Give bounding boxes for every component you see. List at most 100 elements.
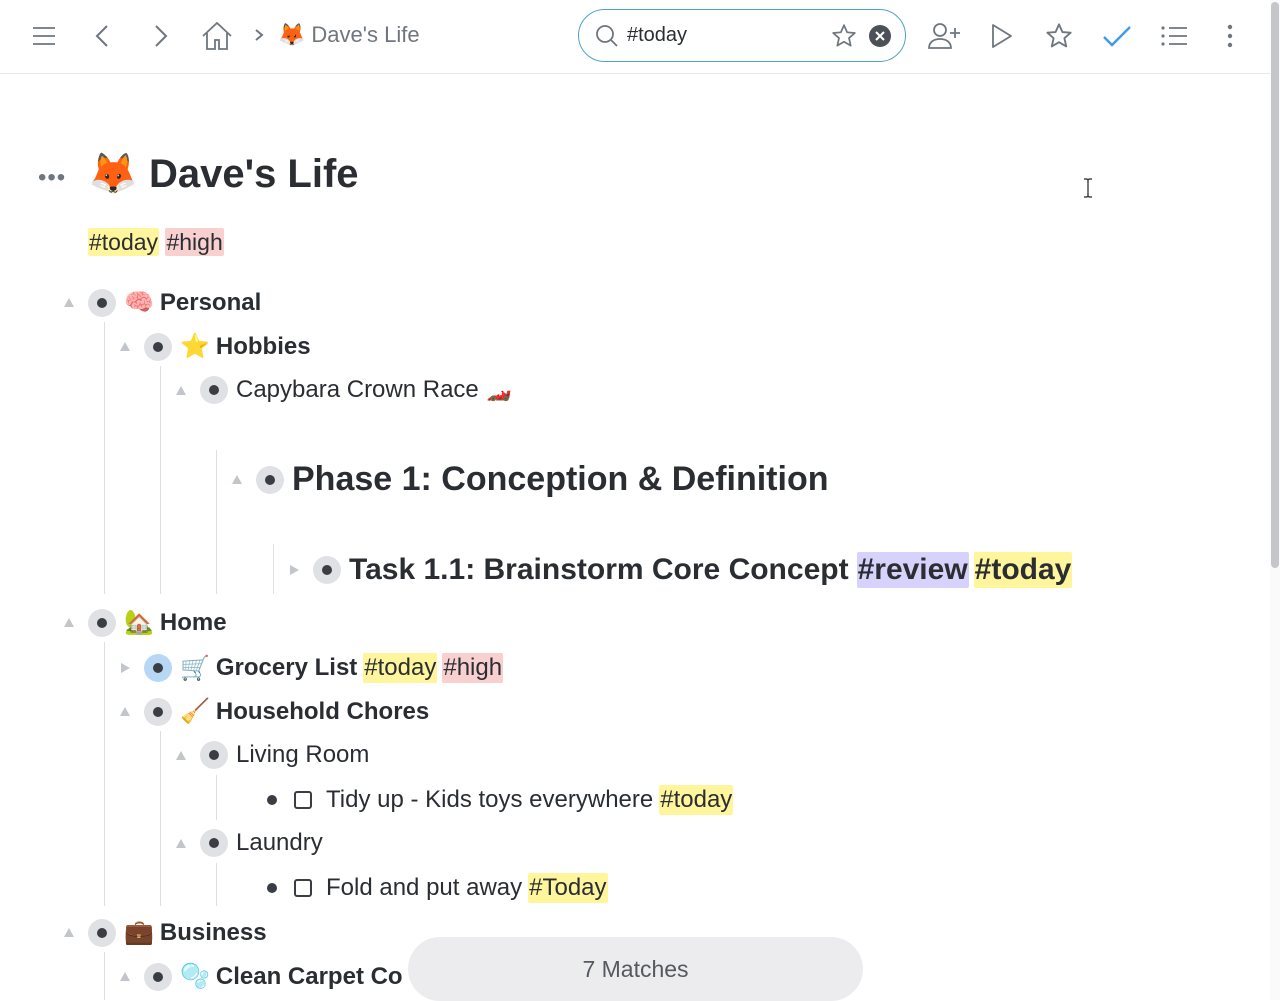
toolbar: 🦊 Dave's Life: [0, 0, 1270, 74]
tag-today[interactable]: #today: [659, 785, 734, 815]
title-emoji: 🦊: [88, 152, 138, 196]
list-item: Task 1.1: Brainstorm Core Concept #revie…: [289, 552, 1073, 588]
tag-today[interactable]: #today: [88, 228, 160, 256]
todo-item: Fold and put away #Today: [258, 873, 608, 903]
bullet[interactable]: [144, 332, 172, 361]
guide-line: [104, 322, 105, 594]
bullet-collapsed[interactable]: [144, 654, 172, 682]
todo-checkbox[interactable]: [294, 791, 312, 809]
item-label[interactable]: Clean Carpet Co: [216, 963, 403, 991]
collapse-triangle-icon[interactable]: [176, 750, 186, 760]
collapse-triangle-icon[interactable]: [64, 618, 74, 628]
save-search-star-icon[interactable]: [831, 23, 857, 54]
back-arrow-icon[interactable]: [84, 18, 120, 54]
item-label[interactable]: Phase 1: Conception & Definition: [292, 460, 828, 499]
guide-line: [273, 544, 274, 594]
tag-today[interactable]: #today: [973, 552, 1073, 588]
list-item: Laundry: [176, 829, 323, 857]
bullet[interactable]: [200, 376, 228, 404]
bullet[interactable]: [88, 288, 116, 317]
document-more-menu-icon[interactable]: •••: [38, 166, 66, 190]
item-label[interactable]: Laundry: [236, 829, 323, 857]
bullet[interactable]: [200, 829, 228, 857]
expand-triangle-icon[interactable]: [289, 565, 299, 575]
item-label[interactable]: Living Room: [236, 741, 369, 769]
search-matches-count: 7 Matches: [408, 937, 863, 1001]
item-label[interactable]: Tidy up - Kids toys everywhere: [326, 786, 653, 814]
tag-today[interactable]: #today: [363, 653, 438, 683]
item-emoji: 🫧: [180, 963, 210, 990]
item-label[interactable]: Home: [160, 609, 227, 637]
bullet[interactable]: [144, 697, 172, 726]
guide-line: [216, 775, 217, 820]
play-icon[interactable]: [984, 18, 1020, 54]
tag-high[interactable]: #high: [442, 653, 504, 683]
collapse-triangle-icon[interactable]: [120, 707, 130, 717]
list-item: 🛒 Grocery List #today #high: [120, 653, 504, 683]
search-box: [578, 9, 906, 62]
tag-review[interactable]: #review: [856, 552, 969, 588]
collapse-triangle-icon[interactable]: [120, 342, 130, 352]
collapse-triangle-icon[interactable]: [232, 475, 242, 485]
bullet[interactable]: [144, 962, 172, 991]
item-label[interactable]: Capybara Crown Race: [236, 376, 479, 404]
collapse-triangle-icon[interactable]: [120, 972, 130, 982]
collapse-triangle-icon[interactable]: [176, 838, 186, 848]
item-emoji: 🛒: [180, 654, 210, 682]
list-item: 🧹 Household Chores: [120, 697, 429, 726]
breadcrumb[interactable]: 🦊 Dave's Life: [278, 22, 420, 48]
item-label[interactable]: Business: [160, 919, 267, 947]
list-item: 💼 Business: [64, 918, 267, 947]
document-tags: #today #high: [88, 228, 224, 256]
item-label[interactable]: Household Chores: [216, 698, 429, 726]
breadcrumb-chevron-icon: [254, 24, 266, 51]
item-emoji: 🧹: [180, 698, 210, 725]
todo-checkbox[interactable]: [294, 879, 312, 897]
list-item: 🧠 Personal: [64, 288, 261, 317]
list-item: Phase 1: Conception & Definition: [232, 460, 828, 499]
item-emoji: ⭐: [180, 333, 210, 360]
bullet[interactable]: [258, 786, 286, 814]
expand-triangle-icon[interactable]: [120, 663, 130, 673]
forward-arrow-icon[interactable]: [143, 18, 179, 54]
todo-item: Tidy up - Kids toys everywhere #today: [258, 785, 734, 815]
bullet[interactable]: [88, 918, 116, 947]
item-label[interactable]: Fold and put away: [326, 874, 522, 902]
home-icon[interactable]: [199, 18, 235, 54]
share-user-plus-icon[interactable]: [926, 18, 962, 54]
text-cursor-icon: [1083, 178, 1093, 204]
item-emoji: 🏡: [124, 609, 154, 636]
hamburger-menu-icon[interactable]: [26, 18, 62, 54]
more-vertical-icon[interactable]: [1212, 18, 1248, 54]
star-icon[interactable]: [1041, 18, 1077, 54]
guide-line: [160, 366, 161, 594]
item-label[interactable]: Task 1.1: Brainstorm Core Concept: [349, 553, 849, 587]
item-emoji: 🧠: [124, 289, 154, 316]
page-title[interactable]: 🦊 Dave's Life: [88, 150, 359, 197]
clear-search-icon[interactable]: [869, 25, 891, 52]
item-label[interactable]: Hobbies: [216, 333, 311, 361]
guide-line: [216, 450, 217, 594]
bullet[interactable]: [88, 608, 116, 637]
list-item: 🫧 Clean Carpet Co: [120, 962, 403, 991]
bullet[interactable]: [256, 465, 284, 494]
bullet[interactable]: [313, 556, 341, 584]
bullet[interactable]: [200, 741, 228, 769]
item-label[interactable]: Grocery List: [216, 654, 357, 682]
tag-high[interactable]: #high: [165, 228, 224, 256]
guide-line: [104, 952, 105, 1000]
list-item: Capybara Crown Race 🏎️: [176, 376, 512, 404]
title-text: Dave's Life: [148, 152, 359, 196]
search-input[interactable]: [627, 22, 817, 48]
item-label[interactable]: Personal: [160, 289, 261, 317]
tag-today[interactable]: #Today: [528, 873, 608, 903]
item-emoji: 💼: [124, 919, 154, 946]
collapse-triangle-icon[interactable]: [64, 298, 74, 308]
guide-line: [104, 642, 105, 906]
bullet[interactable]: [258, 874, 286, 902]
list-view-icon[interactable]: [1156, 18, 1192, 54]
scrollbar-thumb[interactable]: [1271, 2, 1279, 568]
checkmark-icon[interactable]: [1099, 18, 1135, 54]
collapse-triangle-icon[interactable]: [176, 385, 186, 395]
collapse-triangle-icon[interactable]: [64, 928, 74, 938]
